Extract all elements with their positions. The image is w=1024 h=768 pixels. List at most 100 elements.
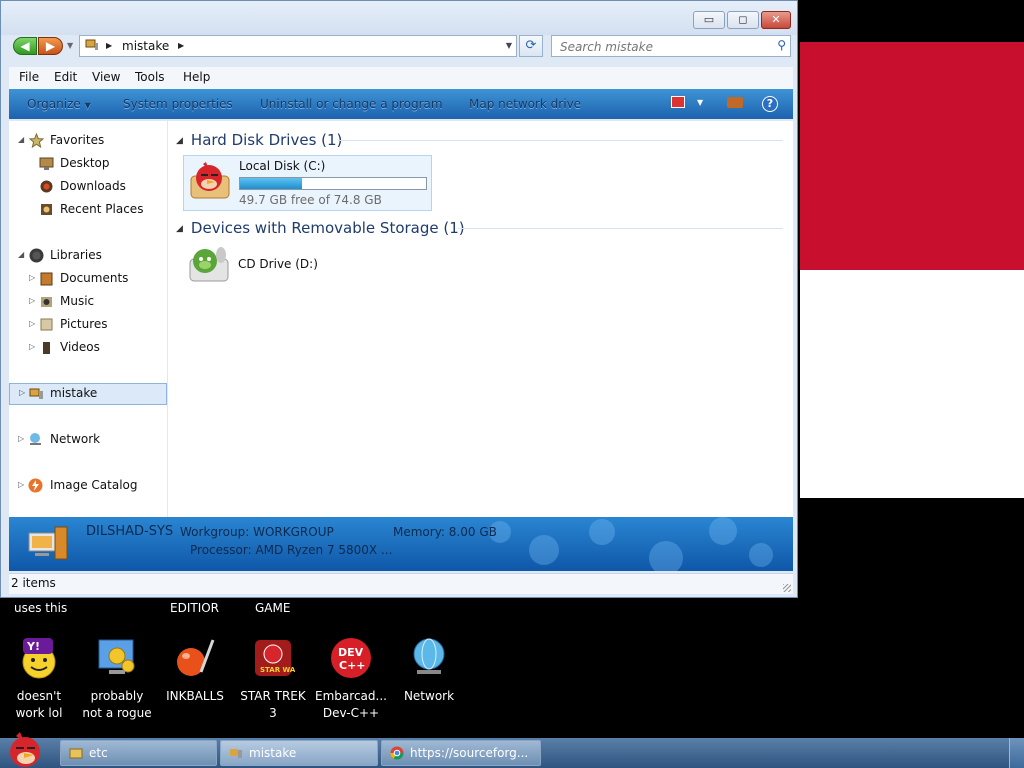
- menu-help[interactable]: Help: [183, 70, 210, 84]
- dev-cpp-icon: DEV C++: [331, 638, 371, 678]
- desktop-icon-star-trek-3[interactable]: STAR WARS STAR TREK3: [234, 636, 312, 740]
- desktop-icon-network[interactable]: Network: [390, 636, 468, 740]
- computer-icon: [230, 749, 242, 758]
- address-bar[interactable]: ▶ mistake ▶ ▼: [79, 35, 517, 57]
- decor-bubble: [749, 543, 773, 567]
- system-properties-button[interactable]: System properties: [123, 97, 233, 111]
- expand-icon[interactable]: ▷: [29, 273, 35, 282]
- nav-pictures[interactable]: ▷ Pictures: [9, 314, 167, 336]
- search-icon[interactable]: ⚲: [777, 38, 786, 52]
- resize-grip-icon[interactable]: [783, 584, 791, 592]
- help-button[interactable]: ?: [762, 96, 778, 112]
- preview-pane-icon[interactable]: [727, 97, 743, 108]
- address-dropdown-icon[interactable]: ▼: [506, 41, 512, 50]
- expand-icon[interactable]: ▷: [29, 319, 35, 328]
- content-area: ◢ Hard Disk Drives (1) Local Disk (C:) 49…: [168, 121, 793, 517]
- pictures-icon: [40, 318, 53, 331]
- star-icon: [29, 133, 44, 148]
- search-box[interactable]: ⚲: [551, 35, 791, 57]
- computer-name: DILSHAD-SYS: [86, 524, 174, 539]
- breadcrumb-arrow-icon[interactable]: ▶: [178, 41, 184, 50]
- computer-icon: [85, 39, 98, 50]
- image-catalog-icon: [28, 478, 43, 493]
- drive-tile-local-disk-c[interactable]: Local Disk (C:) 49.7 GB free of 74.8 GB: [183, 155, 432, 211]
- drive-free-space: 49.7 GB free of 74.8 GB: [239, 193, 382, 207]
- taskbar-item-chrome[interactable]: https://sourceforg...: [381, 740, 541, 766]
- svg-text:STAR WARS: STAR WARS: [260, 666, 295, 674]
- title-bar[interactable]: ▭ ◻ ✕: [1, 1, 797, 35]
- nav-computer-mistake[interactable]: ▷ mistake: [9, 383, 167, 405]
- group-header-removable[interactable]: ◢ Devices with Removable Storage (1): [176, 219, 465, 237]
- minimize-button[interactable]: ▭: [693, 11, 725, 29]
- nav-videos[interactable]: ▷ Videos: [9, 337, 167, 359]
- map-network-drive-button[interactable]: Map network drive: [469, 97, 581, 111]
- nav-image-catalog[interactable]: ▷ Image Catalog: [9, 475, 167, 497]
- desktop-icon-probably-not-a-rogue[interactable]: probably not a rogue: [78, 636, 156, 740]
- decor-bubble: [529, 535, 559, 565]
- search-input[interactable]: [558, 37, 772, 57]
- menu-file[interactable]: File: [19, 70, 39, 84]
- refresh-button[interactable]: ⟳: [519, 35, 543, 57]
- show-desktop-button[interactable]: [1009, 738, 1024, 768]
- expand-icon[interactable]: ▷: [18, 480, 24, 489]
- uninstall-program-button[interactable]: Uninstall or change a program: [260, 97, 443, 111]
- nav-desktop[interactable]: Desktop: [9, 153, 167, 175]
- recent-places-icon: [41, 204, 52, 215]
- network-globe-icon: [413, 638, 445, 674]
- processor-info: Processor: AMD Ryzen 7 5800X ...: [190, 543, 393, 557]
- expand-icon[interactable]: ▷: [19, 388, 25, 397]
- desktop-icon-label: STAR TREK 3: [240, 689, 306, 720]
- forward-button[interactable]: ▶: [38, 37, 63, 55]
- desktop-icon-inkballs[interactable]: INKBALLS: [156, 636, 234, 740]
- expand-icon[interactable]: ▷: [18, 434, 24, 443]
- breadcrumb-arrow-icon[interactable]: ▶: [106, 41, 112, 50]
- desktop-icon: [39, 157, 54, 170]
- menu-edit[interactable]: Edit: [54, 70, 77, 84]
- nav-network[interactable]: ▷ Network: [9, 429, 167, 451]
- drive-tile-cd-drive-d[interactable]: CD Drive (D:): [183, 245, 353, 285]
- recent-pages-chevron-icon[interactable]: ▼: [67, 41, 73, 50]
- taskbar-item-mistake[interactable]: mistake: [220, 740, 378, 766]
- expand-icon[interactable]: ▷: [29, 296, 35, 305]
- breadcrumb-mistake[interactable]: mistake: [122, 39, 169, 53]
- collapse-icon[interactable]: ◢: [18, 250, 24, 259]
- menu-tools[interactable]: Tools: [135, 70, 165, 84]
- nav-documents[interactable]: ▷ Documents: [9, 268, 167, 290]
- item-count: 2 items: [11, 576, 56, 590]
- change-view-icon[interactable]: [671, 96, 685, 108]
- desktop-label-editior: EDITIOR: [170, 601, 220, 615]
- desktop-icon-label: probably not a rogue: [82, 689, 152, 720]
- nav-music[interactable]: ▷ Music: [9, 291, 167, 313]
- back-button[interactable]: ◀: [13, 37, 37, 55]
- navigation-pane: ◢ Favorites Desktop Downloads Recent Pla…: [9, 121, 167, 517]
- group-header-hard-disk[interactable]: ◢ Hard Disk Drives (1): [176, 131, 342, 149]
- nav-downloads[interactable]: Downloads: [9, 176, 167, 198]
- collapse-icon[interactable]: ◢: [18, 135, 24, 144]
- collapse-icon[interactable]: ◢: [176, 136, 183, 146]
- menu-view[interactable]: View: [92, 70, 120, 84]
- desktop-icon-yahoo-messenger[interactable]: Y! doesn't work lol: [0, 636, 78, 740]
- view-options-chevron-icon[interactable]: ▼: [697, 98, 703, 107]
- group-separator: [458, 228, 783, 229]
- drive-name: CD Drive (D:): [238, 257, 318, 271]
- decor-bubble: [649, 541, 683, 571]
- drive-name: Local Disk (C:): [239, 159, 326, 173]
- collapse-icon[interactable]: ◢: [176, 224, 183, 234]
- nav-libraries[interactable]: ◢ Libraries: [9, 245, 167, 267]
- computer-icon: [28, 526, 68, 560]
- star-wars-angry-birds-icon: STAR WARS: [255, 640, 295, 676]
- command-bar: Organize ▼ System properties Uninstall o…: [9, 89, 793, 119]
- close-button[interactable]: ✕: [761, 11, 791, 29]
- maximize-button[interactable]: ◻: [727, 11, 759, 29]
- nav-favorites[interactable]: ◢ Favorites: [9, 130, 167, 152]
- expand-icon[interactable]: ▷: [29, 342, 35, 351]
- chrome-icon: [390, 746, 404, 760]
- group-separator: [338, 140, 783, 141]
- desktop-icon-dev-cpp[interactable]: DEV C++ Embarcad... Dev-C++: [312, 636, 390, 740]
- network-icon: [30, 433, 41, 445]
- organize-button[interactable]: Organize ▼: [27, 97, 91, 111]
- nav-recent-places[interactable]: Recent Places: [9, 199, 167, 221]
- desktop-icon-label: Embarcad... Dev-C++: [315, 689, 387, 720]
- taskbar-item-etc[interactable]: etc: [60, 740, 217, 766]
- start-button-angry-bird-icon[interactable]: [2, 730, 48, 768]
